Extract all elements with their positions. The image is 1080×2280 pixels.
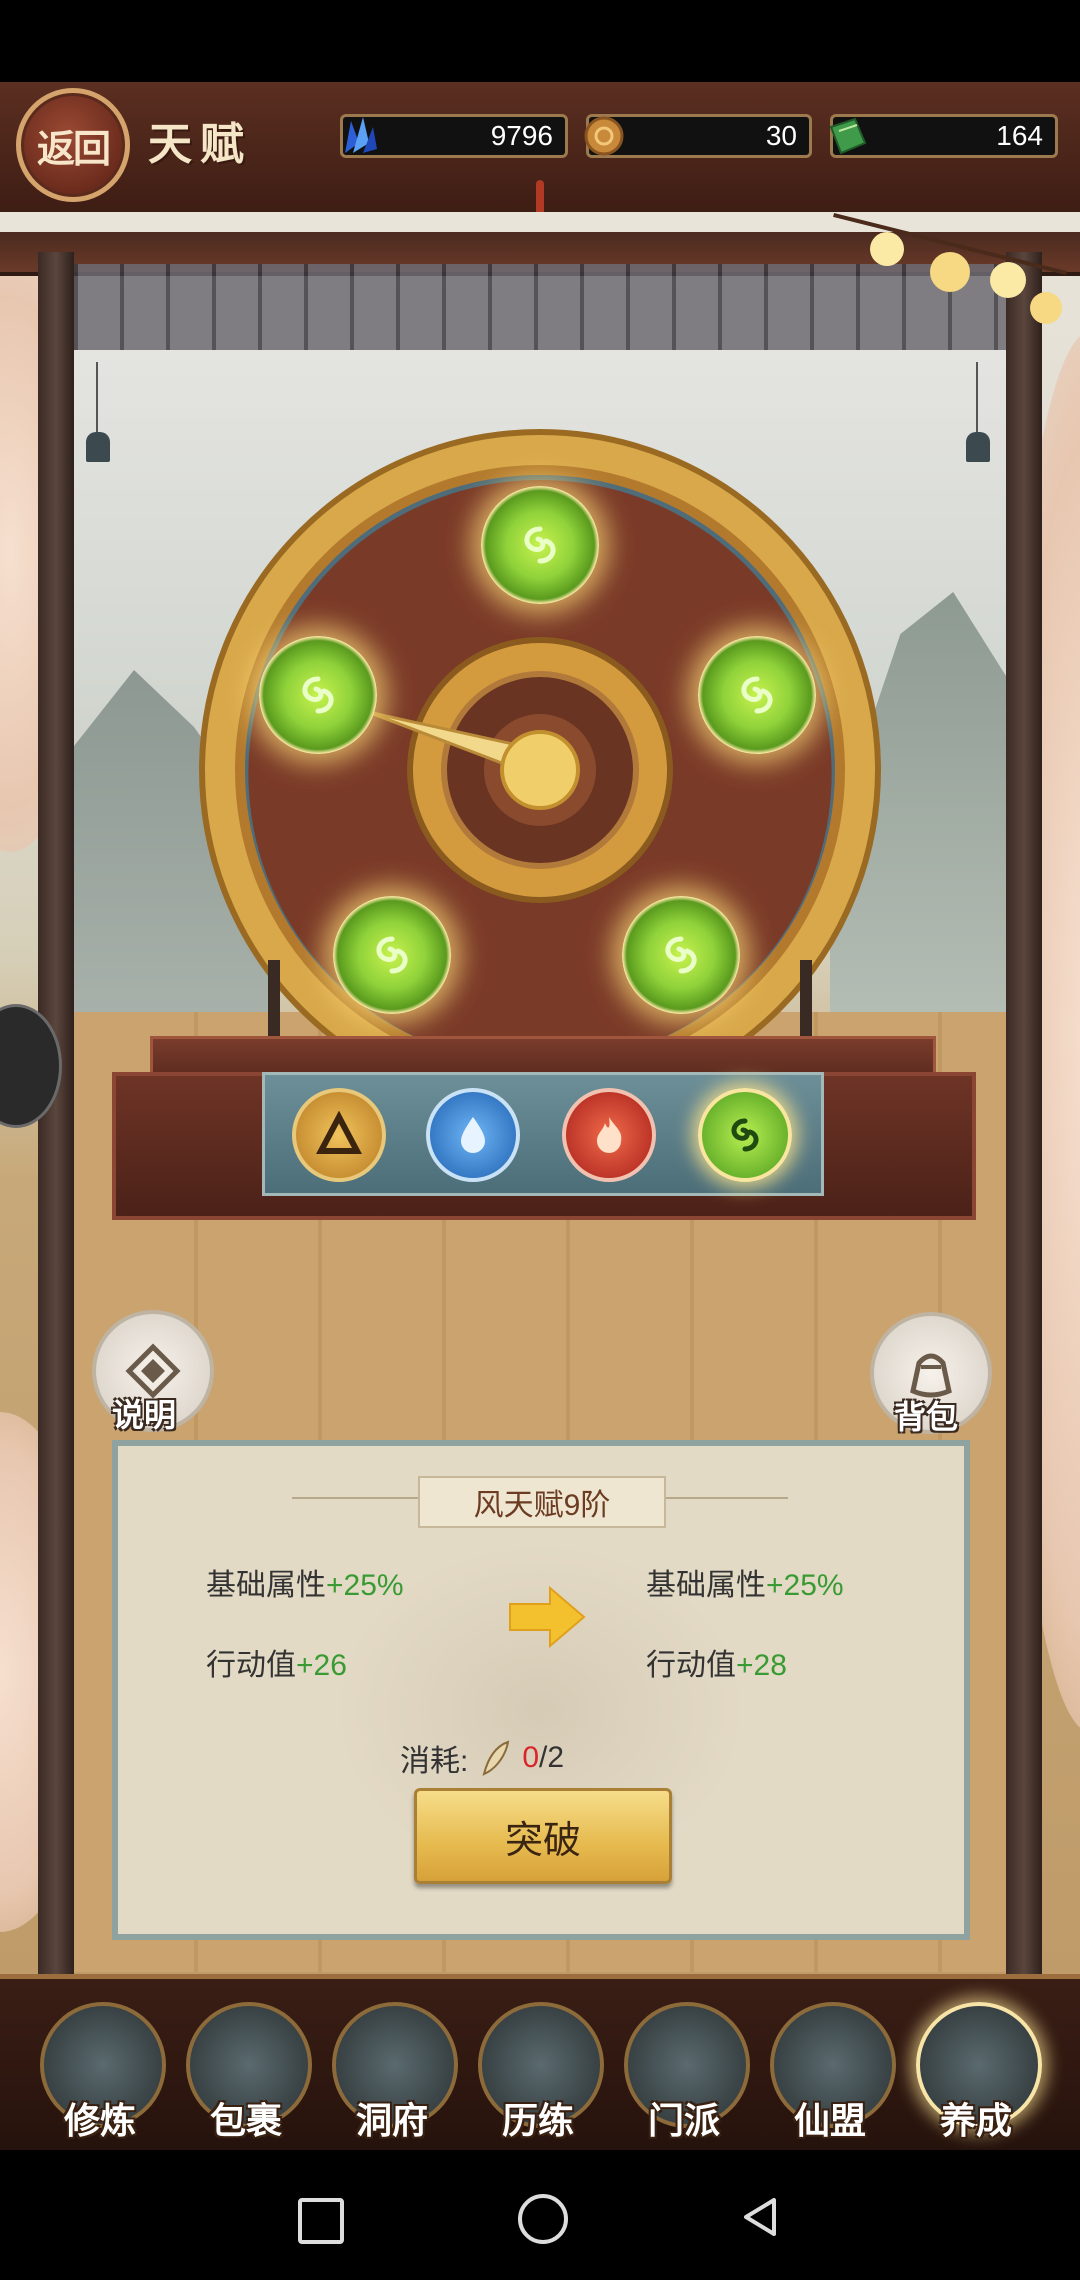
feather-item-icon bbox=[482, 1740, 510, 1776]
left-wind-chime bbox=[86, 362, 110, 502]
nav-item-alliance[interactable]: 仙盟 bbox=[764, 1996, 896, 2142]
nav-item-trial[interactable]: 历练 bbox=[472, 1996, 604, 2142]
coin-counter[interactable]: 30 bbox=[584, 114, 812, 158]
talent-slot[interactable] bbox=[333, 896, 451, 1014]
fire-element-icon bbox=[597, 1117, 622, 1153]
nav-label: 历练 bbox=[501, 2100, 574, 2142]
recent-apps-icon[interactable] bbox=[298, 2198, 344, 2244]
blue-crystal-icon bbox=[345, 117, 377, 153]
cost-need: /2 bbox=[539, 1741, 565, 1774]
talent-title: 风天赋9阶 bbox=[418, 1476, 666, 1528]
cost-row: 消耗: 0/2 bbox=[400, 1736, 564, 1780]
stat-label: 行动值 bbox=[206, 1649, 296, 1682]
nav-label: 洞府 bbox=[355, 2100, 428, 2142]
wind-element-icon bbox=[665, 936, 697, 974]
element-wind-button[interactable] bbox=[698, 1088, 792, 1182]
wind-element-icon bbox=[741, 676, 773, 714]
water-element-icon bbox=[461, 1117, 485, 1153]
nav-label: 门派 bbox=[647, 2100, 720, 2142]
talent-slot[interactable] bbox=[259, 636, 377, 754]
nav-item-cave[interactable]: 洞府 bbox=[326, 1996, 458, 2142]
right-post bbox=[1006, 252, 1042, 1974]
element-water-button[interactable] bbox=[426, 1088, 520, 1182]
nav-item-sect[interactable]: 门派 bbox=[618, 1996, 750, 2142]
crystal-counter[interactable]: 9796 bbox=[340, 114, 568, 158]
nav-label: 修炼 bbox=[63, 2100, 136, 2142]
wind-element-icon bbox=[524, 526, 556, 564]
element-fire-button[interactable] bbox=[562, 1088, 656, 1182]
back-button[interactable]: 返回 bbox=[16, 88, 130, 202]
wind-element-icon bbox=[376, 936, 408, 974]
page-title: 天赋 bbox=[148, 119, 252, 170]
right-wind-chime bbox=[966, 362, 990, 502]
book-counter[interactable]: 164 bbox=[829, 114, 1058, 158]
green-book-icon bbox=[829, 117, 867, 155]
upgrade-arrow-icon bbox=[509, 1585, 586, 1649]
stat-label: 行动值 bbox=[646, 1649, 736, 1682]
cost-have: 0 bbox=[522, 1741, 540, 1774]
stat-value: +25% bbox=[326, 1569, 404, 1602]
bag-label: 背包 bbox=[894, 1398, 959, 1436]
breakthrough-button[interactable]: 突破 bbox=[414, 1788, 672, 1884]
next-stat-action: 行动值+28 bbox=[646, 1640, 787, 1684]
nav-label: 包裹 bbox=[209, 2100, 282, 2142]
nav-label: 仙盟 bbox=[793, 2100, 866, 2142]
plum-blossom bbox=[790, 212, 1080, 342]
next-stat-base: 基础属性+25% bbox=[646, 1560, 844, 1604]
status-bar bbox=[0, 0, 1080, 82]
stat-label: 基础属性 bbox=[206, 1569, 326, 1602]
cost-label: 消耗: bbox=[400, 1745, 469, 1778]
back-nav-icon[interactable] bbox=[738, 2194, 784, 2240]
earth-element-icon bbox=[316, 1111, 362, 1154]
nav-item-growth[interactable]: 养成 bbox=[910, 1996, 1042, 2142]
stat-value: +25% bbox=[766, 1569, 844, 1602]
stat-value: +28 bbox=[736, 1649, 787, 1682]
title-deco-left bbox=[292, 1497, 418, 1499]
nav-label: 养成 bbox=[939, 2100, 1012, 2142]
coin-value: 30 bbox=[765, 120, 797, 151]
stat-value: +26 bbox=[296, 1649, 347, 1682]
nav-item-bag[interactable]: 包裹 bbox=[180, 1996, 312, 2142]
current-stat-action: 行动值+26 bbox=[206, 1640, 347, 1684]
nav-item-cultivate[interactable]: 修炼 bbox=[34, 1996, 166, 2142]
title-deco-right bbox=[662, 1497, 788, 1499]
talent-slot[interactable] bbox=[481, 486, 599, 604]
wind-element-icon bbox=[302, 676, 334, 714]
element-earth-button[interactable] bbox=[292, 1088, 386, 1182]
copper-coin-icon bbox=[584, 116, 624, 156]
crystal-value: 9796 bbox=[490, 120, 553, 151]
home-icon[interactable] bbox=[518, 2194, 568, 2244]
wheel-hub bbox=[500, 730, 580, 810]
wind-element-icon bbox=[731, 1118, 759, 1152]
talent-slot[interactable] bbox=[622, 896, 740, 1014]
stat-label: 基础属性 bbox=[646, 1569, 766, 1602]
talent-slot[interactable] bbox=[698, 636, 816, 754]
help-label: 说明 bbox=[112, 1396, 177, 1434]
book-value: 164 bbox=[996, 120, 1043, 151]
current-stat-base: 基础属性+25% bbox=[206, 1560, 404, 1604]
